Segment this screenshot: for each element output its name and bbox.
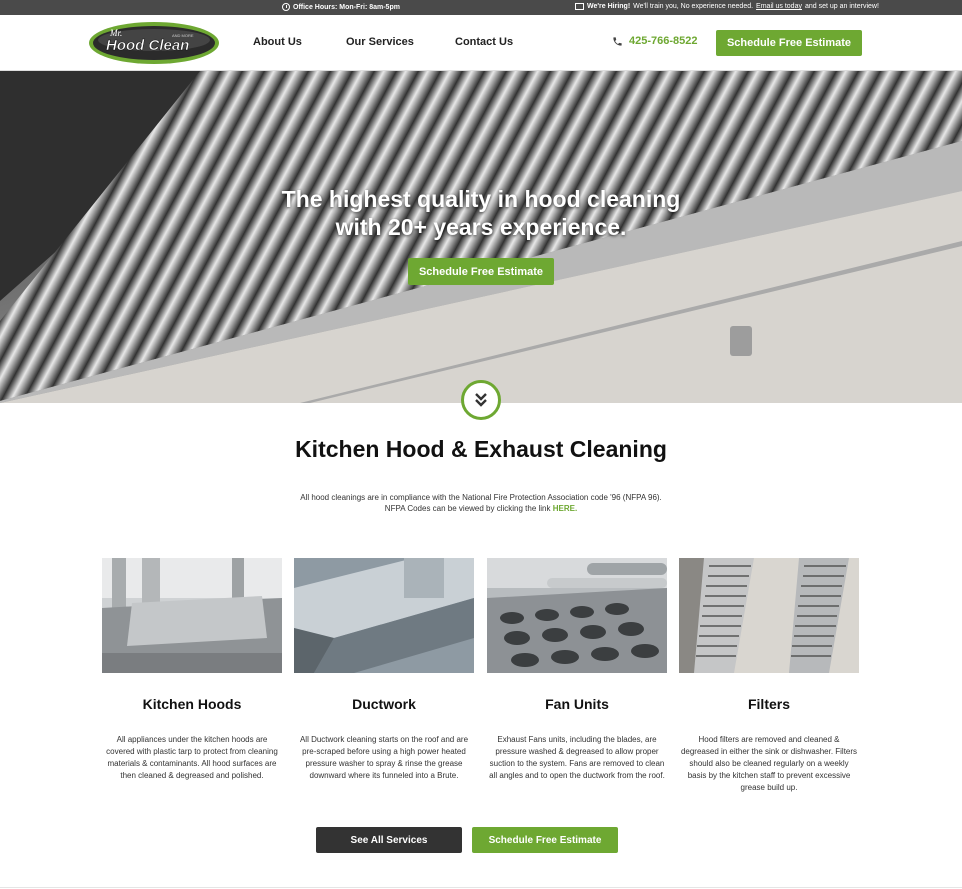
phone-number: 425-766-8522 (629, 35, 698, 47)
hero-banner: The highest quality in hood cleaning wit… (0, 71, 962, 403)
scroll-down-button[interactable] (461, 380, 501, 420)
section-title: Kitchen Hood & Exhaust Cleaning (295, 436, 667, 462)
service-card-kitchen-hoods: Kitchen Hoods All appliances under the k… (102, 558, 282, 782)
card-title: Fan Units (545, 696, 609, 712)
nfpa-link[interactable]: HERE. (553, 504, 577, 513)
divider (0, 887, 962, 888)
mail-icon (575, 3, 584, 10)
service-card-filters: Filters Hood filters are removed and cle… (679, 558, 859, 794)
clock-icon (282, 3, 290, 11)
see-all-services-button[interactable]: See All Services (316, 827, 462, 853)
card-title: Kitchen Hoods (142, 696, 242, 712)
site-header: Mr. Hood Clean AND MORE About Us Our Ser… (0, 15, 962, 71)
card-text: Hood filters are removed and cleaned & d… (680, 735, 858, 792)
office-hours: Office Hours: Mon-Fri: 8am-5pm (282, 3, 400, 11)
card-text: All Ductwork cleaning starts on the roof… (299, 735, 469, 780)
nav-about-us[interactable]: About Us (253, 36, 302, 48)
card-title: Filters (747, 696, 790, 712)
hiring-notice: We're Hiring! We'll train you, No experi… (575, 3, 879, 10)
email-us-link[interactable]: Email us today (756, 3, 802, 10)
filters-image (679, 558, 859, 673)
top-bar: Office Hours: Mon-Fri: 8am-5pm We're Hir… (0, 0, 962, 15)
phone-icon (613, 36, 622, 46)
logo-tag: AND MORE (172, 33, 194, 38)
office-hours-text: Office Hours: Mon-Fri: 8am-5pm (293, 3, 400, 11)
chevron-double-down-icon (475, 393, 487, 407)
fan-units-image (487, 558, 667, 673)
service-card-ductwork: Ductwork All Ductwork cleaning starts on… (294, 558, 474, 782)
header-schedule-button[interactable]: Schedule Free Estimate (716, 30, 862, 56)
section-description: All hood cleanings are in compliance wit… (0, 492, 962, 514)
logo-name: Hood Clean (106, 37, 189, 54)
ductwork-image (294, 558, 474, 673)
hero-schedule-button[interactable]: Schedule Free Estimate (408, 258, 554, 285)
hiring-bold: We're Hiring! (587, 3, 631, 10)
card-title: Ductwork (352, 696, 416, 712)
section-desc-line1: All hood cleanings are in compliance wit… (300, 493, 662, 502)
card-text: Exhaust Fans units, including the blades… (489, 735, 665, 780)
bottom-schedule-button[interactable]: Schedule Free Estimate (472, 827, 618, 853)
hiring-tail: and set up an interview! (804, 3, 879, 10)
section-desc-line2: NFPA Codes can be viewed by clicking the… (384, 504, 551, 513)
nav-our-services[interactable]: Our Services (346, 36, 414, 48)
service-card-fan-units: Fan Units Exhaust Fans units, including … (487, 558, 667, 782)
phone-link[interactable]: 425-766-8522 (612, 35, 698, 47)
nav-contact-us[interactable]: Contact Us (455, 36, 513, 48)
card-text: All appliances under the kitchen hoods a… (106, 735, 278, 780)
kitchen-hoods-image (102, 558, 282, 673)
hero-title: The highest quality in hood cleaning wit… (0, 185, 962, 241)
hero-title-line1: The highest quality in hood cleaning (281, 186, 681, 212)
hero-title-line2: with 20+ years experience. (335, 214, 627, 240)
hiring-text: We'll train you, No experience needed. (633, 3, 754, 10)
logo[interactable]: Mr. Hood Clean AND MORE (88, 20, 221, 65)
